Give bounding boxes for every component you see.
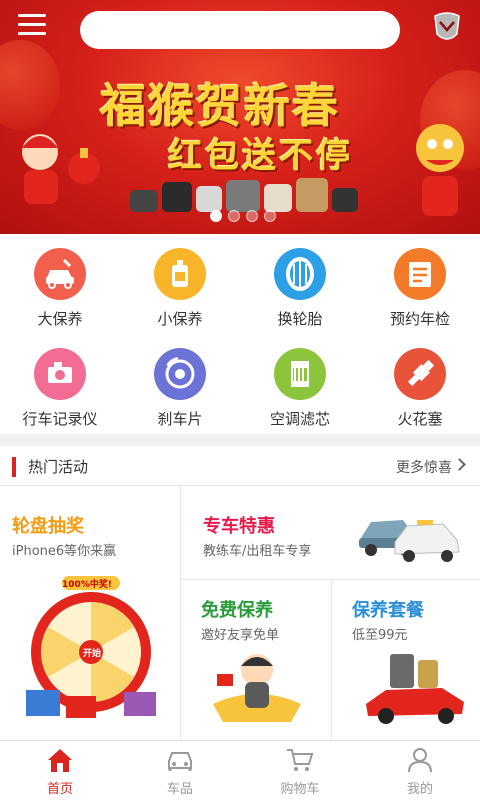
nav-cart[interactable]: 购物车 [240, 741, 360, 800]
service-ac-filter[interactable]: 空调滤芯 [240, 334, 360, 434]
promo-tiles: 轮盘抽奖 iPhone6等你来赢 100%中奖! 开始 专车特惠 教练车/出租车… [0, 486, 480, 740]
more-link[interactable]: 更多惊喜 [396, 457, 452, 477]
service-brake-pads[interactable]: 刹车片 [120, 334, 240, 434]
service-major-maintenance[interactable]: 大保养 [0, 234, 120, 334]
promo-subtitle: 低至99元 [352, 628, 408, 643]
nav-label: 我的 [406, 782, 433, 797]
user-icon [408, 748, 432, 773]
promo-maintenance-package[interactable]: 保养套餐 低至99元 [332, 580, 480, 740]
section-title: 热门活动 [28, 458, 89, 476]
service-annual-inspection[interactable]: 预约年检 [360, 234, 480, 334]
carousel-indicator[interactable] [210, 210, 276, 222]
promo-title: 免费保养 [201, 600, 273, 621]
air-filter-icon [274, 348, 326, 400]
promo-subtitle: 邀好友享免单 [201, 628, 280, 643]
service-grid: 大保养 小保养 换轮胎 预约年检 行车记录仪 刹车片 空调滤芯 火花塞 [0, 234, 480, 434]
promo-subtitle: 教练车/出租车专享 [203, 544, 312, 559]
carousel-dot[interactable] [228, 210, 240, 222]
cart-icon [287, 749, 314, 771]
gold-ingot-illustration [213, 654, 301, 722]
promo-lottery[interactable]: 轮盘抽奖 iPhone6等你来赢 100%中奖! 开始 [0, 486, 180, 740]
promo-free-maintenance[interactable]: 免费保养 邀好友享免单 [181, 580, 331, 740]
bottom-nav: 首页 车品 购物车 我的 [0, 740, 480, 800]
chevron-right-icon[interactable] [453, 458, 466, 471]
carousel-dot[interactable] [246, 210, 258, 222]
banner-subline: 红包送不停 [168, 136, 353, 176]
carousel-dot[interactable] [210, 210, 222, 222]
car-service-icon [34, 248, 86, 300]
tire-icon [274, 248, 326, 300]
promo-special-vehicle[interactable]: 专车特惠 教练车/出租车专享 [181, 486, 480, 579]
wheel-badge: 100%中奖! [62, 580, 112, 590]
service-tire-change[interactable]: 换轮胎 [240, 234, 360, 334]
service-label: 行车记录仪 [22, 410, 98, 428]
nav-profile[interactable]: 我的 [360, 741, 480, 800]
brand-logo-icon[interactable] [432, 12, 462, 44]
mascot-illustration [22, 134, 100, 204]
service-label: 刹车片 [157, 410, 203, 428]
service-label: 火花塞 [397, 410, 443, 428]
nav-products[interactable]: 车品 [120, 741, 240, 800]
taxi-illustration [359, 520, 460, 562]
nav-home[interactable]: 首页 [0, 741, 120, 800]
service-label: 预约年检 [389, 310, 450, 328]
sports-car-illustration [366, 654, 464, 724]
service-dashcam[interactable]: 行车记录仪 [0, 334, 120, 434]
nav-label: 购物车 [280, 782, 320, 797]
search-input[interactable] [80, 11, 400, 49]
service-label: 换轮胎 [277, 310, 323, 328]
oil-can-icon [154, 248, 206, 300]
promo-title: 轮盘抽奖 [12, 516, 84, 537]
app-root: 福猴贺新春 红包送不停 大保养 小保养 换轮胎 预约年检 行车记录仪 刹车片 空… [0, 0, 480, 800]
service-spark-plug[interactable]: 火花塞 [360, 334, 480, 434]
section-marker [12, 457, 16, 477]
promo-title: 专车特惠 [203, 516, 275, 537]
home-icon [48, 749, 72, 772]
wheel-start-button[interactable]: 开始 [80, 646, 104, 659]
nav-label: 首页 [46, 782, 73, 797]
carousel-dot[interactable] [264, 210, 276, 222]
promo-banner[interactable]: 福猴贺新春 红包送不停 [0, 0, 480, 234]
lantern-decoration [0, 40, 60, 130]
service-minor-maintenance[interactable]: 小保养 [120, 234, 240, 334]
promo-title: 保养套餐 [352, 600, 424, 621]
brake-disc-icon [154, 348, 206, 400]
car-icon [168, 752, 192, 771]
hot-events-header: 热门活动 更多惊喜 [0, 446, 480, 486]
service-label: 大保养 [37, 310, 83, 328]
hamburger-icon[interactable] [18, 12, 48, 38]
dashcam-icon [34, 348, 86, 400]
spark-plug-icon [394, 348, 446, 400]
service-label: 空调滤芯 [269, 410, 330, 428]
inspection-icon [394, 248, 446, 300]
lion-dance-illustration [416, 124, 464, 216]
promo-subtitle: iPhone6等你来赢 [12, 544, 117, 559]
banner-headline: 福猴贺新春 [100, 79, 340, 133]
service-label: 小保养 [157, 310, 203, 328]
nav-label: 车品 [166, 782, 193, 797]
